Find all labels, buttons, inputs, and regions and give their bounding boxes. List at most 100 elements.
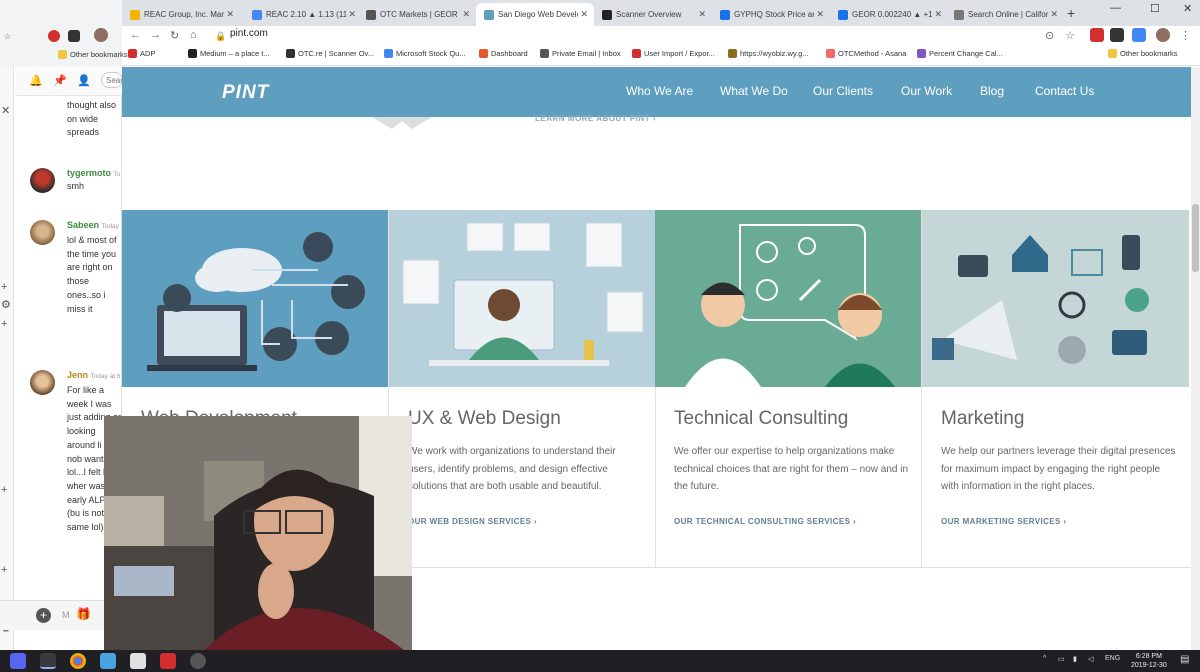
bookmark-dashboard[interactable]: Dashboard [479,49,528,58]
home-icon[interactable]: ⌂ [190,29,197,41]
notifications-icon[interactable]: ▤ [1180,654,1189,665]
app-icon[interactable] [190,653,206,669]
back-icon[interactable]: ← [130,29,141,41]
browser-tab-reac-price[interactable]: REAC 2.10 ▲ 1.13 (116 ✕ [244,3,362,26]
avatar[interactable] [30,168,55,193]
close-tab-icon[interactable]: ✕ [348,9,356,20]
close-window-icon[interactable]: ✕ [1183,2,1192,15]
close-tab-icon[interactable]: ✕ [462,9,470,20]
add-attachment-icon[interactable]: + [36,608,51,623]
gear-icon[interactable]: ⚙ [1,298,11,311]
bookmark-otc-scanner[interactable]: OTC.re | Scanner Ov... [286,49,374,58]
chat-username[interactable]: Jenn Today at 6 [67,370,121,380]
language-indicator[interactable]: ENG [1105,655,1120,662]
nav-who-we-are[interactable]: Who We Are [626,84,693,98]
add-icon[interactable]: + [1,484,7,496]
cast-icon[interactable]: ⊙ [1045,29,1054,42]
learn-more-link[interactable]: LEARN MORE ABOUT PINT › [535,114,656,123]
extension-icon[interactable] [68,30,80,42]
avatar[interactable] [30,370,55,395]
app-icon[interactable] [160,653,176,669]
left-other-bookmarks[interactable]: Other bookmarks [58,50,128,59]
browser-tab-reac-group[interactable]: REAC Group, Inc. Mark ✕ [122,3,240,26]
add-icon[interactable]: + [1,281,7,293]
nav-contact-us[interactable]: Contact Us [1035,84,1094,98]
add-icon[interactable]: + [1,564,7,576]
battery-icon[interactable]: ▮ [1073,655,1077,663]
discord-icon[interactable] [10,653,26,669]
maximize-icon[interactable]: ☐ [1150,2,1160,15]
chat-username[interactable]: tygermoto To [67,168,120,178]
close-tab-icon[interactable]: ✕ [698,9,706,20]
extension-icon[interactable] [48,30,60,42]
bookmark-microsoft[interactable]: Microsoft Stock Qu... [384,49,466,58]
menu-icon[interactable]: ☆ [4,32,11,41]
bookmark-icon [188,49,197,58]
bookmark-icon [728,49,737,58]
browser-tab-geor[interactable]: GEOR 0.002240 ▲ +10 ✕ [830,3,948,26]
menu-icon[interactable]: ⋮ [1180,29,1191,42]
message-input[interactable]: M [62,610,70,620]
new-tab-button[interactable]: + [1067,5,1075,21]
extension-icon[interactable] [1132,28,1146,42]
bookmark-label: ADP [140,49,156,58]
search-input[interactable] [101,72,123,88]
network-icon[interactable]: ▭ [1058,655,1065,663]
service-card-ux-design[interactable]: UX & Web Design We work with organizatio… [389,210,656,568]
extension-icon[interactable] [1090,28,1104,42]
service-card-technical-consulting[interactable]: Technical Consulting We offer our expert… [655,210,922,568]
minimize-icon[interactable]: — [1110,2,1121,14]
browser-tab-search-online[interactable]: Search Online | Califor ✕ [946,3,1064,26]
taskbar-clock[interactable]: 6:28 PM 2019-12-30 [1131,652,1167,670]
chrome-icon[interactable] [70,653,86,669]
address-bar[interactable]: pint.com [230,28,268,39]
bookmark-adp[interactable]: ADP [128,49,155,58]
forward-icon[interactable]: → [150,29,161,41]
marketing-services-link[interactable]: OUR MARKETING SERVICES › [941,517,1066,526]
avatar[interactable] [30,220,55,245]
bookmark-medium[interactable]: Medium – a place t... [188,49,270,58]
nav-what-we-do[interactable]: What We Do [720,84,788,98]
browser-tab-otc-markets[interactable]: OTC Markets | GEOR ✕ [358,3,476,26]
other-bookmarks[interactable]: Other bookmarks [1108,49,1178,58]
bookmark-percent-change[interactable]: Percent Change Cal... [917,49,1003,58]
bookmark-user-import[interactable]: User Import / Expor... [632,49,715,58]
app-icon[interactable] [100,653,116,669]
star-icon[interactable]: ☆ [1065,29,1075,42]
pint-logo[interactable]: PINT [222,82,269,104]
volume-icon[interactable]: ◁ [1088,655,1093,663]
tray-chevron-icon[interactable]: ^ [1043,655,1046,662]
active-app-indicator-icon[interactable] [40,653,56,669]
service-card-marketing[interactable]: Marketing We help our partners leverage … [922,210,1189,568]
bookmark-private-email[interactable]: Private Email | Inbox [540,49,621,58]
bell-icon[interactable]: 🔔 [29,74,43,87]
reload-icon[interactable]: ↻ [170,29,179,42]
close-tab-icon[interactable]: ✕ [580,9,588,20]
add-icon[interactable]: + [1,318,7,330]
browser-tab-gyphq[interactable]: GYPHQ Stock Price and ✕ [712,3,830,26]
avatar[interactable] [94,28,108,42]
nav-our-clients[interactable]: Our Clients [813,84,873,98]
close-tab-icon[interactable]: ✕ [934,9,942,20]
close-tab-icon[interactable]: ✕ [816,9,824,20]
members-icon[interactable]: 👤 [77,74,91,87]
web-design-services-link[interactable]: OUR WEB DESIGN SERVICES › [408,517,537,526]
page-scrollbar[interactable] [1191,67,1200,650]
extension-icon[interactable] [1110,28,1124,42]
calculator-icon[interactable] [130,653,146,669]
pin-icon[interactable]: 📌 [53,74,67,87]
browser-tab-scanner[interactable]: Scanner Overview ✕ [594,3,712,26]
close-tab-icon[interactable]: ✕ [226,9,234,20]
profile-avatar[interactable] [1156,28,1170,42]
close-tab-icon[interactable]: ✕ [1050,9,1058,20]
nav-blog[interactable]: Blog [980,84,1004,98]
close-icon[interactable]: ✕ [1,104,10,117]
bookmark-asana[interactable]: OTCMethod - Asana [826,49,906,58]
nav-our-work[interactable]: Our Work [901,84,952,98]
chat-username[interactable]: Sabeen Today [67,220,119,230]
technical-consulting-services-link[interactable]: OUR TECHNICAL CONSULTING SERVICES › [674,517,856,526]
bookmark-wyobiz[interactable]: https://wyobiz.wy.g... [728,49,809,58]
browser-tab-pint-active[interactable]: San Diego Web Develo ✕ [476,3,594,26]
gift-icon[interactable]: 🎁 [76,607,91,621]
scrollbar-thumb[interactable] [1192,204,1199,272]
